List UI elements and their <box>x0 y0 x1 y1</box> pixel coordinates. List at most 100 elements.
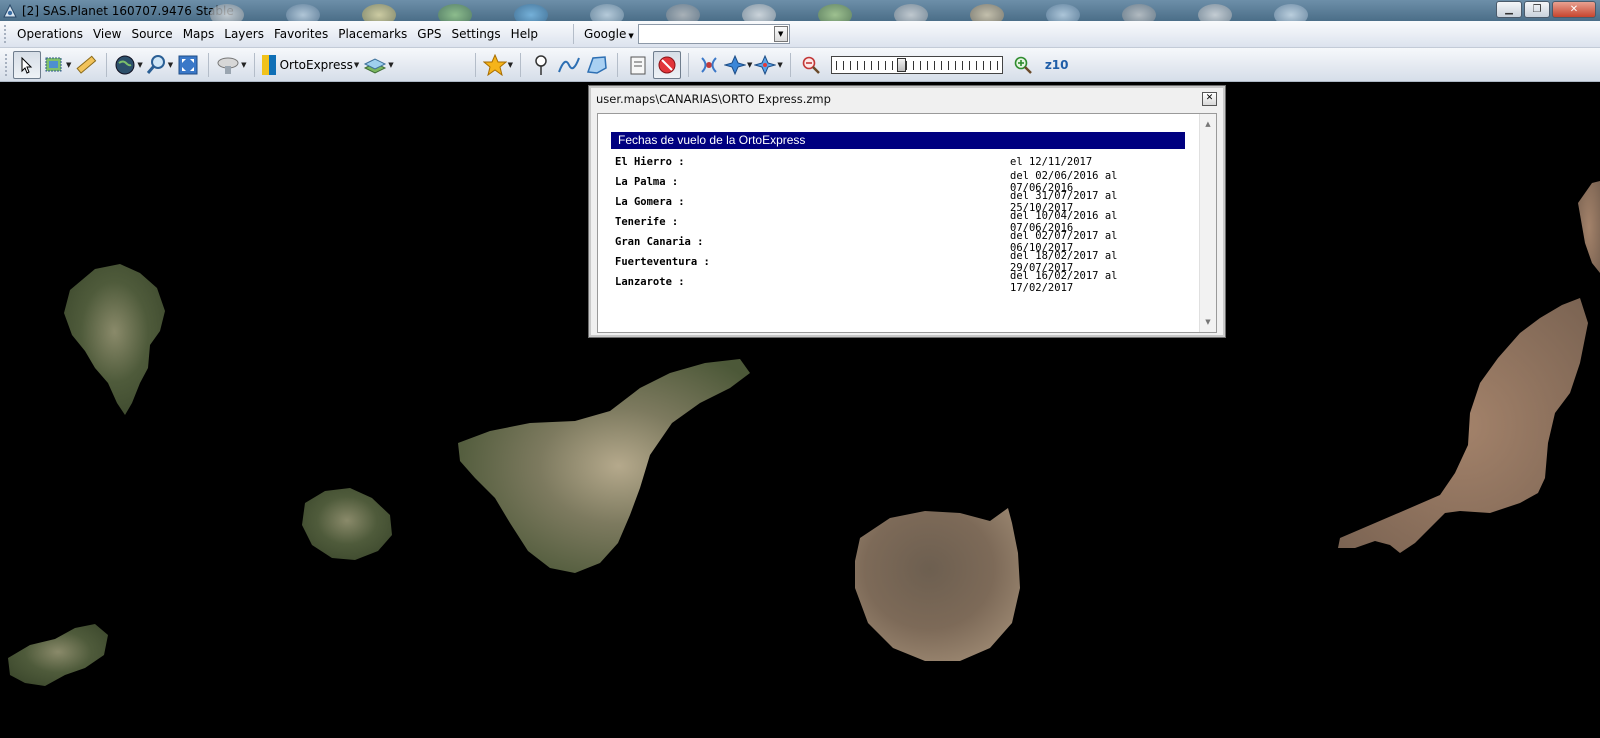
menu-placemarks[interactable]: Placemarks <box>333 22 412 46</box>
favorite-star-icon <box>482 53 507 76</box>
island-name: Gran Canaria : <box>615 236 704 248</box>
gps-connect-button[interactable] <box>696 51 722 79</box>
placemark-pin-icon <box>535 54 547 75</box>
menu-maps[interactable]: Maps <box>178 22 220 46</box>
add-path-button[interactable] <box>556 51 582 79</box>
select-area-icon <box>45 57 62 71</box>
table-row: La Gomera : del 31/07/2017 al 25/10/2017 <box>615 190 1181 214</box>
minimize-icon: ▁ <box>1505 4 1513 15</box>
close-icon: ✕ <box>1569 4 1579 15</box>
favorites-button[interactable]: ▼ <box>482 51 514 79</box>
restore-icon: ❐ <box>1532 4 1542 15</box>
island-tenerife <box>458 359 750 573</box>
search-input[interactable] <box>638 25 769 43</box>
hide-placemarks-button[interactable] <box>653 50 682 79</box>
map-name-label: OrtoExpress <box>279 57 353 72</box>
taskbar-background <box>200 0 1460 21</box>
zoom-in-icon <box>1014 56 1032 74</box>
toolbar-separator <box>617 52 619 77</box>
island-la-gomera <box>302 488 392 560</box>
scroll-up-arrow-icon[interactable]: ▲ <box>1200 116 1216 132</box>
toolbar-grip[interactable] <box>5 53 9 76</box>
island-lanzarote <box>1578 181 1600 273</box>
info-window-close-button[interactable]: ✕ <box>1202 91 1217 106</box>
chevron-down-icon: ▼ <box>241 60 247 69</box>
zoom-slider-thumb[interactable] <box>896 57 906 72</box>
menu-source[interactable]: Source <box>126 22 177 46</box>
chevron-down-icon: ▼ <box>777 60 783 69</box>
flight-dates-table: El Hierro : el 12/11/2017 La Palma : del… <box>615 152 1181 294</box>
satellite-dish-icon <box>217 57 239 74</box>
pointer-tool-button[interactable] <box>13 50 41 79</box>
zoom-level-label: z10 <box>1044 57 1069 72</box>
placemark-manager-button[interactable] <box>625 51 651 79</box>
chevron-down-icon: ▼ <box>353 60 360 69</box>
fullscreen-button[interactable] <box>175 51 201 79</box>
search-dropdown-button[interactable]: ▼ <box>773 26 788 42</box>
table-row: Fuerteventura : del 18/02/2017 al 29/07/… <box>615 250 1181 274</box>
info-window-title: user.maps\CANARIAS\ORTO Express.zmp <box>596 91 831 106</box>
island-name: Lanzarote : <box>615 276 685 288</box>
flight-dates: del 16/02/2017 al 17/02/2017 <box>1010 270 1118 294</box>
gps-track-button[interactable]: ▼ <box>724 51 752 79</box>
table-row: Lanzarote : del 16/02/2017 al 17/02/2017 <box>615 270 1181 294</box>
info-window-header: Fechas de vuelo de la OrtoExpress <box>611 132 1185 149</box>
menu-view[interactable]: View <box>88 22 126 46</box>
menubar-grip[interactable] <box>4 25 8 43</box>
layers-button[interactable]: ▼ <box>363 51 394 79</box>
globe-icon <box>115 55 135 74</box>
window-controls: ▁ ❐ ✕ <box>1496 1 1596 18</box>
gps-navigation-icon <box>754 54 777 75</box>
globe-button[interactable]: ▼ <box>114 51 143 79</box>
info-window-scrollbar[interactable]: ▲ ▼ <box>1199 114 1216 332</box>
menu-operations[interactable]: Operations <box>12 22 88 46</box>
zoom-slider-ticks <box>835 60 998 70</box>
menu-bar: Operations View Source Maps Layers Favor… <box>0 21 1600 48</box>
toolbar-separator <box>688 52 690 77</box>
table-row: La Palma : del 02/06/2016 al 07/06/2016 <box>615 170 1181 194</box>
menu-layers[interactable]: Layers <box>219 22 269 46</box>
menu-gps[interactable]: GPS <box>412 22 446 46</box>
zoom-slider[interactable] <box>830 55 1003 74</box>
menu-settings[interactable]: Settings <box>446 22 505 46</box>
layers-icon <box>364 57 387 74</box>
toolbar-separator <box>253 52 255 77</box>
info-window: user.maps\CANARIAS\ORTO Express.zmp ✕ Fe… <box>588 85 1226 338</box>
add-polygon-button[interactable] <box>584 51 610 79</box>
restore-button[interactable]: ❐ <box>1524 1 1550 18</box>
toolbar-separator <box>106 52 108 77</box>
search-provider-dropdown[interactable]: Google ▼ <box>584 27 634 41</box>
chevron-down-icon: ▼ <box>628 32 634 40</box>
island-fuerteventura <box>1338 298 1588 553</box>
zoom-tool-icon <box>146 54 165 74</box>
placemark-list-icon <box>630 56 646 74</box>
chevron-down-icon: ▼ <box>507 60 514 69</box>
close-icon: ✕ <box>1205 93 1214 103</box>
menu-favorites[interactable]: Favorites <box>269 22 333 46</box>
map-source-button[interactable]: ▼ <box>216 51 247 79</box>
zoom-in-button[interactable] <box>1010 51 1036 79</box>
scroll-down-arrow-icon[interactable]: ▼ <box>1200 314 1216 330</box>
zoom-tool-button[interactable]: ▼ <box>145 51 173 79</box>
pointer-icon <box>21 56 33 74</box>
info-window-body: Fechas de vuelo de la OrtoExpress El Hie… <box>597 113 1217 333</box>
island-name: Tenerife : <box>615 216 679 228</box>
map-select-button[interactable]: OrtoExpress ▼ <box>261 51 362 79</box>
gps-navigation-button[interactable]: ▼ <box>754 51 783 79</box>
zoom-out-button[interactable] <box>798 51 824 79</box>
info-window-titlebar[interactable]: user.maps\CANARIAS\ORTO Express.zmp ✕ <box>591 88 1223 109</box>
island-la-palma <box>64 264 165 415</box>
ruler-button[interactable] <box>73 51 99 79</box>
minimize-button[interactable]: ▁ <box>1496 1 1522 18</box>
ruler-icon <box>76 55 97 74</box>
fullscreen-icon <box>178 55 198 74</box>
close-button[interactable]: ✕ <box>1552 1 1596 18</box>
menu-help[interactable]: Help <box>506 22 543 46</box>
chevron-down-icon: ▼ <box>747 60 753 69</box>
island-el-hierro <box>8 624 108 686</box>
select-area-button[interactable]: ▼ <box>43 51 71 79</box>
add-placemark-button[interactable] <box>528 51 554 79</box>
polygon-icon <box>587 55 607 74</box>
chevron-down-icon: ▼ <box>167 60 174 69</box>
chevron-down-icon: ▼ <box>66 60 72 69</box>
